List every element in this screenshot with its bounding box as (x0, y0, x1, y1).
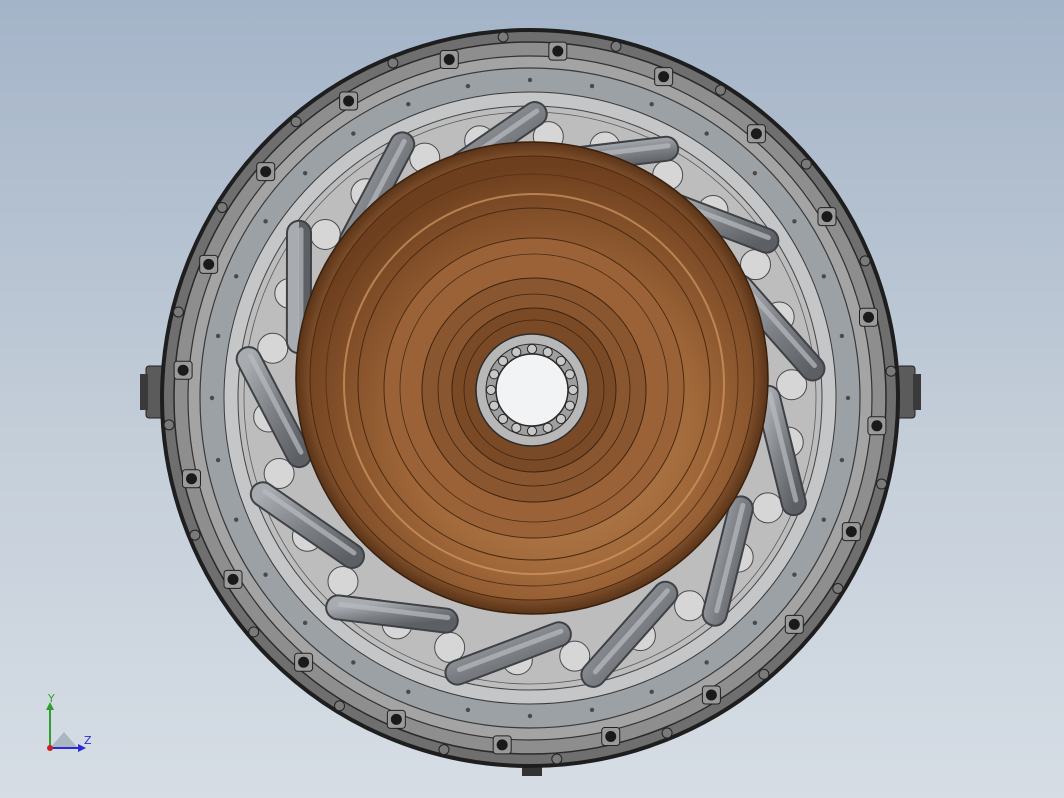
coordinate-triad: Y Z (40, 692, 100, 758)
bearing-ball (489, 400, 500, 411)
flange-hole (839, 333, 845, 339)
flange-hole (752, 620, 758, 626)
flange-hole (821, 517, 826, 522)
flange-hole (527, 77, 533, 83)
graphics-viewport[interactable]: Y Z (0, 0, 1064, 798)
bearing-ball (526, 343, 538, 355)
flange-hole (465, 83, 471, 89)
flange-hole (821, 274, 826, 279)
flange-hole (649, 102, 654, 107)
flange-hole (406, 689, 411, 694)
flange-hole (845, 395, 851, 401)
injector-pocket (327, 565, 359, 597)
flange-hole (234, 274, 239, 279)
z-axis-label: Z (84, 734, 92, 747)
flange-hole (527, 713, 533, 719)
flange-hole (589, 83, 595, 89)
3d-model-view[interactable] (0, 0, 1064, 798)
flange-hole (215, 333, 221, 339)
flange-hole (302, 620, 308, 626)
flange-hole (302, 170, 308, 176)
flange-hole (209, 395, 215, 401)
origin-dot (47, 745, 53, 751)
injector-pocket (752, 492, 784, 524)
flange-hole (263, 219, 268, 224)
flange-hole (792, 572, 797, 577)
injector-pocket (309, 218, 341, 250)
bearing-ball (526, 425, 538, 437)
flange-hole (351, 660, 356, 665)
flange-hole (215, 457, 221, 463)
injector-pocket (674, 590, 706, 622)
flange-hole (839, 457, 845, 463)
bearing-ball (542, 347, 553, 358)
y-axis-label: Y (48, 692, 55, 705)
bearing-ball (489, 369, 500, 380)
flange-hole (406, 102, 411, 107)
flange-hole (465, 707, 471, 713)
flange-hole (234, 517, 239, 522)
flange-hole (351, 131, 356, 136)
side-port-right (896, 365, 921, 419)
bearing-ball (511, 347, 522, 358)
flange-hole (263, 572, 268, 577)
flange-hole (752, 170, 758, 176)
bearing-ball (511, 422, 522, 433)
flange-hole (649, 689, 654, 694)
bearing-ball (564, 400, 575, 411)
flange-hole (704, 131, 709, 136)
bearing-ball (564, 369, 575, 380)
flange-hole (704, 660, 709, 665)
bearing-ball (542, 422, 553, 433)
flange-hole (792, 219, 797, 224)
flange-hole (589, 707, 595, 713)
bearing-ball (485, 384, 497, 396)
center-bearing (475, 333, 589, 447)
bearing-ball (567, 384, 579, 396)
